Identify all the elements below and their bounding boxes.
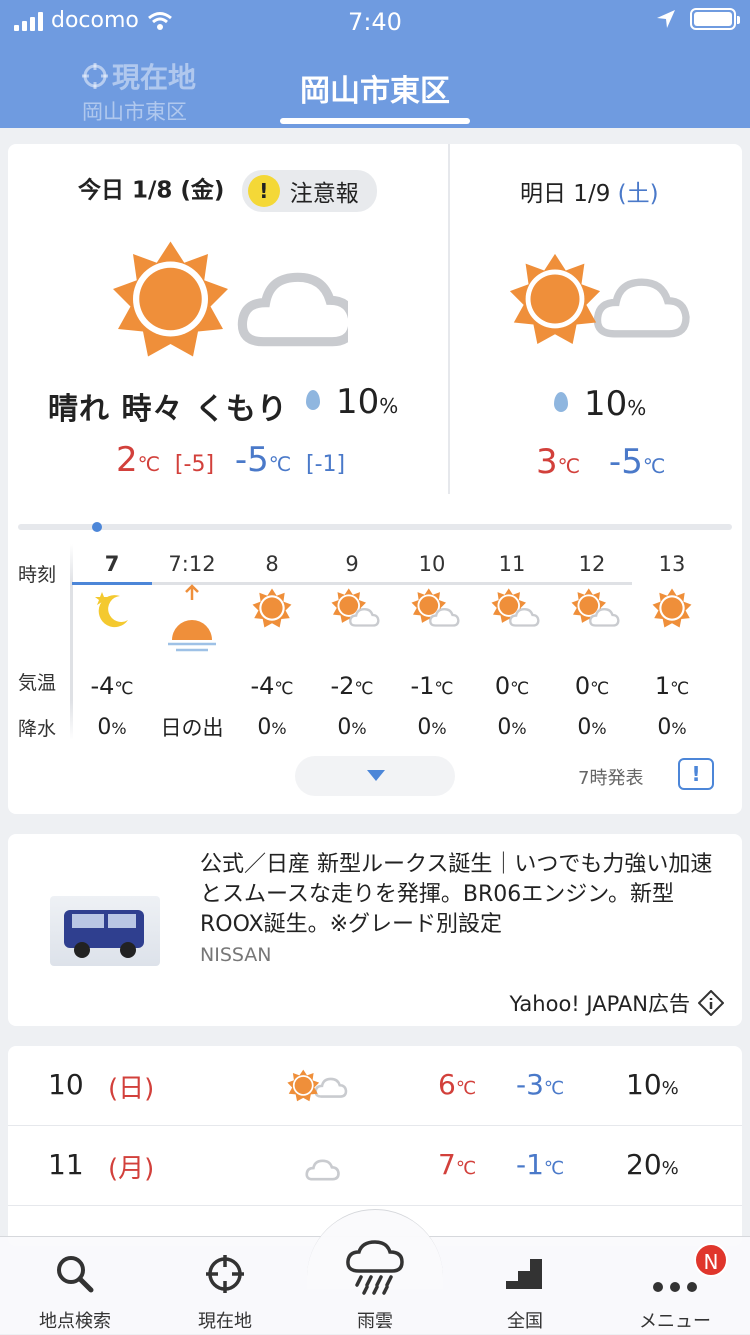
moon-star-icon	[95, 592, 128, 628]
bottom-tab-bar: 地点検索 現在地 雨雲 全国 メニュー	[0, 1209, 750, 1335]
today-temps: 2℃ [-5] -5℃ [-1]	[116, 440, 346, 480]
today-panel[interactable]: 今日 1/8 (金) ! 注意報 晴れ 時々 くもり 10% 2℃ [-5] -5…	[8, 144, 448, 494]
ad-info-icon	[698, 990, 724, 1016]
hourly-forecast[interactable]: 7 -4℃ 0% 7:12 日の出 8 -4℃ 0% 9 -2℃ 0% 10 -…	[72, 544, 742, 744]
drop-icon	[554, 391, 568, 412]
status-right	[656, 8, 740, 30]
sun-cloud-icon	[571, 588, 620, 627]
alert-label: 注意報	[289, 181, 359, 207]
tomorrow-panel[interactable]: 明日 1/9 (土) 10% 3℃ -5℃	[450, 144, 742, 494]
sun-cloud-icon	[411, 588, 460, 627]
today-label: 今日 1/8 (金)	[78, 177, 225, 204]
today-weather: 晴れ 時々 くもり	[48, 392, 288, 427]
label-temp: 気温	[18, 672, 57, 694]
drop-icon	[306, 389, 320, 410]
app-header: docomo 7:40 現在地 岡山市東区 岡山市東区	[0, 0, 750, 128]
tab-current-location-title: 現在地	[112, 61, 197, 94]
ad-text[interactable]: 公式／日産 新型ルークス誕生｜いつでも力強い加速とスムースな走りを発揮。BR06…	[200, 850, 720, 940]
tomorrow-temps: 3℃ -5℃	[536, 442, 666, 482]
hourly-item: 8 -4℃ 0%	[250, 552, 294, 740]
chevron-down-icon	[367, 770, 385, 781]
hourly-item: 7:12 日の出	[160, 552, 224, 740]
cloud-icon	[305, 1159, 340, 1181]
ad-car-image[interactable]	[50, 896, 160, 966]
feedback-button[interactable]: !	[678, 758, 714, 790]
weekly-row[interactable]: 11 (月) 7℃ -1℃ 20%	[8, 1126, 742, 1206]
search-icon	[57, 1256, 94, 1293]
weekly-row[interactable]: 10 (日) 6℃ -3℃ 10%	[8, 1046, 742, 1126]
tab-indicator	[280, 118, 470, 124]
sun-cloud-icon	[491, 588, 540, 627]
hourly-item: 7 -4℃ 0%	[90, 552, 134, 740]
ad-brand: NISSAN	[200, 944, 272, 966]
hourly-item: 12 0℃ 0%	[552, 544, 632, 748]
sun-icon	[252, 588, 292, 628]
tab-okayama-higashi[interactable]: 岡山市東区	[280, 66, 470, 110]
ad-card[interactable]: 公式／日産 新型ルークス誕生｜いつでも力強い加速とスムースな走りを発揮。BR06…	[8, 834, 742, 1026]
status-time: 7:40	[348, 8, 402, 36]
label-precip: 降水	[18, 718, 57, 740]
today-precip: 10%	[306, 382, 398, 422]
sun-icon	[652, 588, 692, 628]
alert-badge[interactable]: ! 注意報	[241, 170, 377, 212]
tab-rain-cloud[interactable]: 雨雲	[300, 1237, 450, 1335]
tab-menu[interactable]: メニュー	[600, 1237, 750, 1335]
battery-icon	[690, 8, 740, 30]
forecast-card: 今日 1/8 (金) ! 注意報 晴れ 時々 くもり 10% 2℃ [-5] -5…	[8, 144, 742, 814]
alert-icon: !	[247, 175, 280, 207]
tomorrow-dow: (土)	[617, 181, 659, 207]
more-icon	[653, 1282, 697, 1292]
tab-search[interactable]: 地点検索	[0, 1237, 150, 1335]
hourly-item: 10 -1℃ 0%	[392, 544, 472, 748]
ad-label[interactable]: Yahoo! JAPAN広告	[510, 988, 724, 1018]
tomorrow-precip: 10%	[554, 384, 646, 424]
hourly-item: 11 0℃ 0%	[472, 544, 552, 748]
issued-time: 7時発表	[578, 768, 644, 789]
sun-cloud-icon	[509, 253, 696, 345]
sun-cloud-icon	[287, 1069, 348, 1102]
sun-cloud-icon	[331, 588, 380, 627]
tab-current-location-subtitle: 岡山市東区	[82, 100, 187, 124]
tomorrow-label: 明日 1/9	[520, 181, 611, 207]
hourly-scroll-thumb[interactable]	[92, 522, 102, 532]
hourly-scroll-track[interactable]	[18, 522, 732, 532]
status-bar: docomo 7:40	[0, 6, 750, 36]
tab-nationwide[interactable]: 全国	[450, 1237, 600, 1335]
map-icon	[506, 1259, 542, 1289]
hourly-item: 13 1℃ 0%	[632, 544, 712, 748]
crosshair-icon	[82, 63, 108, 89]
tab-current-location-bottom[interactable]: 現在地	[150, 1237, 300, 1335]
sun-cloud-icon	[113, 241, 348, 357]
expand-hourly-button[interactable]	[295, 756, 455, 796]
notification-badge: N	[694, 1243, 728, 1277]
tab-current-location[interactable]: 現在地 岡山市東区	[82, 56, 196, 126]
hourly-item: 9 -2℃ 0%	[312, 544, 392, 748]
crosshair-icon	[206, 1255, 244, 1293]
rain-cloud-icon	[346, 1240, 404, 1295]
location-arrow-icon	[657, 10, 675, 28]
sunrise-icon	[168, 584, 216, 652]
label-time: 時刻	[18, 564, 57, 586]
